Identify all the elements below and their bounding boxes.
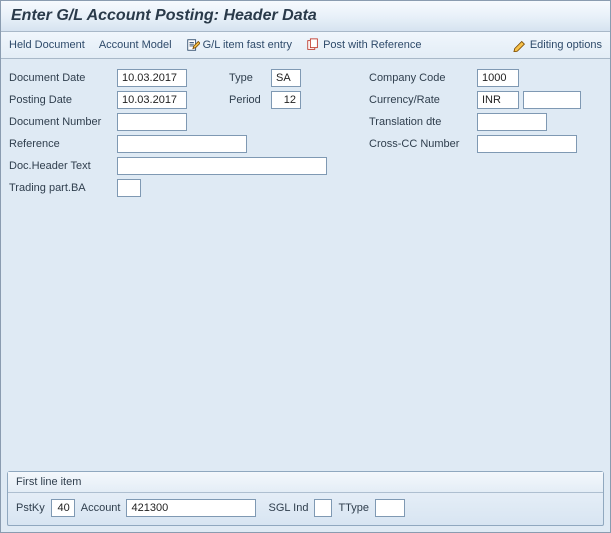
- ttype-label: TType: [338, 502, 369, 514]
- trading-part-ba-label: Trading part.BA: [9, 182, 117, 194]
- gl-fast-entry-button[interactable]: G/L item fast entry: [186, 38, 292, 52]
- type-field[interactable]: [271, 69, 301, 87]
- document-number-label: Document Number: [9, 116, 117, 128]
- sgl-ind-field[interactable]: [314, 499, 332, 517]
- reference-label: Reference: [9, 138, 117, 150]
- header-form: Document Date Type Company Code Posting …: [1, 59, 610, 197]
- cross-cc-number-field[interactable]: [477, 135, 577, 153]
- rate-field[interactable]: [523, 91, 581, 109]
- reference-field[interactable]: [117, 135, 247, 153]
- company-code-field[interactable]: [477, 69, 519, 87]
- account-model-button[interactable]: Account Model: [99, 39, 172, 51]
- sgl-ind-label: SGL Ind: [268, 502, 308, 514]
- pstky-label: PstKy: [16, 502, 45, 514]
- post-with-reference-button[interactable]: Post with Reference: [306, 38, 421, 52]
- document-number-field[interactable]: [117, 113, 187, 131]
- period-label: Period: [229, 94, 271, 106]
- period-field[interactable]: [271, 91, 301, 109]
- editing-options-button[interactable]: Editing options: [513, 38, 602, 52]
- post-with-reference-label: Post with Reference: [323, 39, 421, 51]
- type-label: Type: [229, 72, 271, 84]
- cross-cc-number-label: Cross-CC Number: [369, 138, 477, 150]
- posting-date-field[interactable]: [117, 91, 187, 109]
- account-label: Account: [81, 502, 121, 514]
- currency-field[interactable]: [477, 91, 519, 109]
- currency-rate-label: Currency/Rate: [369, 94, 477, 106]
- ttype-field[interactable]: [375, 499, 405, 517]
- pstky-field[interactable]: [51, 499, 75, 517]
- account-field[interactable]: [126, 499, 256, 517]
- trading-part-ba-field[interactable]: [117, 179, 141, 197]
- editing-options-label: Editing options: [530, 39, 602, 51]
- translation-dte-label: Translation dte: [369, 116, 477, 128]
- held-document-button[interactable]: Held Document: [9, 39, 85, 51]
- document-edit-icon: [186, 38, 200, 52]
- company-code-label: Company Code: [369, 72, 477, 84]
- first-line-item-title: First line item: [8, 472, 603, 493]
- held-document-label: Held Document: [9, 39, 85, 51]
- pencil-icon: [513, 38, 527, 52]
- account-model-label: Account Model: [99, 39, 172, 51]
- document-date-field[interactable]: [117, 69, 187, 87]
- first-line-item-panel: First line item PstKy Account SGL Ind TT…: [7, 471, 604, 526]
- doc-header-text-label: Doc.Header Text: [9, 160, 117, 172]
- gl-fast-entry-label: G/L item fast entry: [203, 39, 292, 51]
- page-title: Enter G/L Account Posting: Header Data: [1, 1, 610, 32]
- doc-header-text-field[interactable]: [117, 157, 327, 175]
- translation-dte-field[interactable]: [477, 113, 547, 131]
- toolbar: Held Document Account Model G/L item fas…: [1, 32, 610, 59]
- copy-document-icon: [306, 38, 320, 52]
- document-date-label: Document Date: [9, 72, 117, 84]
- posting-date-label: Posting Date: [9, 94, 117, 106]
